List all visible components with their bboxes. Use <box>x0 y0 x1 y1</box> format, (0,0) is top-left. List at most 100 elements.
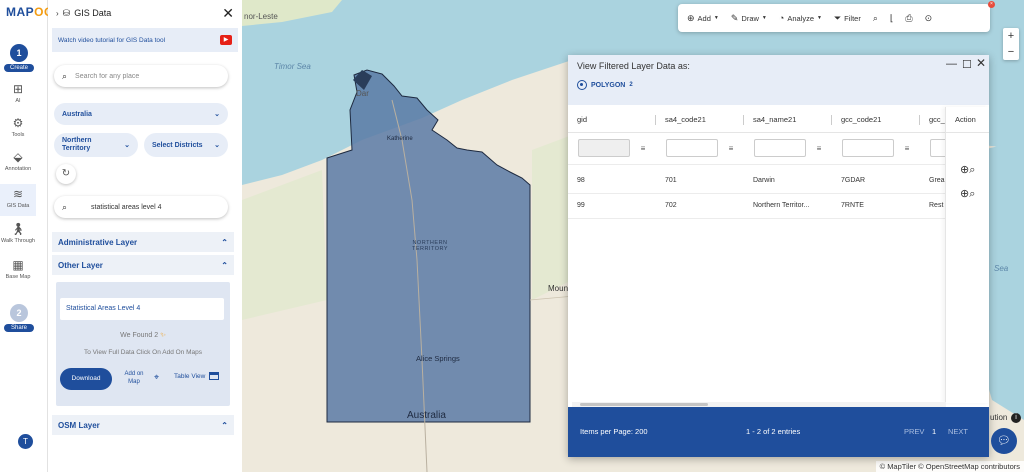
row-divider <box>568 164 989 165</box>
locate-button[interactable]: ⊙ <box>920 7 938 29</box>
refresh-button[interactable]: ↻ <box>56 164 76 184</box>
column-header-gcc-code21[interactable]: gcc_code21 <box>832 107 920 133</box>
filter-button[interactable]: ⏷ Filter <box>829 7 866 29</box>
tutorial-banner[interactable]: Watch video tutorial for GIS Data tool ▶ <box>52 28 238 52</box>
sparkle-icon: ✨︎ <box>160 332 166 339</box>
map-pin-icon[interactable]: ⌖ <box>154 372 159 383</box>
section-other-layer[interactable]: Other Layer ⌃ <box>52 255 234 275</box>
column-header-gid[interactable]: gid <box>568 107 656 133</box>
analyze-label: Analyze <box>787 13 814 23</box>
section-administrative-layer[interactable]: Administrative Layer ⌃ <box>52 232 234 252</box>
filter-lines-icon[interactable]: ≡ <box>900 144 914 153</box>
analyze-button[interactable]: ◔ Analyze ▼ <box>774 7 827 29</box>
filter-lines-icon[interactable]: ≡ <box>636 144 650 153</box>
chevron-down-icon: ⌄ <box>124 142 130 149</box>
rail-item-gis-data[interactable]: ≋ GIS Data <box>0 184 36 216</box>
column-header-sa4-name21[interactable]: sa4_name21 <box>744 107 832 133</box>
add-on-map-button[interactable]: Add on Map <box>120 370 148 386</box>
zoom-to-feature-icon[interactable]: ⊕︎⌕ <box>960 163 975 177</box>
items-per-page[interactable]: Items per Page: 200 <box>580 427 648 436</box>
geometry-option-polygon[interactable]: POLYGON 2 <box>577 80 633 90</box>
step-create[interactable]: 1 Create <box>4 44 34 72</box>
dialog-title: View Filtered Layer Data as: <box>577 61 690 71</box>
cell-gid: 99 <box>577 202 585 209</box>
youtube-icon[interactable]: ▶ <box>220 35 232 45</box>
rail-item-annotation[interactable]: ⬙ Annotation <box>0 150 36 172</box>
district-select[interactable]: Select Districts ⌄ <box>144 133 228 157</box>
current-page[interactable]: 1 <box>932 427 936 436</box>
scrollbar-thumb[interactable] <box>580 403 708 406</box>
rail-item-base-map[interactable]: ▦ Base Map <box>0 258 36 280</box>
maximize-button[interactable]: ☐ <box>962 58 972 71</box>
left-rail: MAPOG 1 Create ⊞ AI ⚙ Tools ⬙ Annotation ≋ G… <box>0 0 53 472</box>
minimize-button[interactable]: — <box>946 58 957 70</box>
filter-gcc-code21: ≡ <box>842 135 914 161</box>
map-label-katherine: Katherine <box>387 136 413 142</box>
download-button[interactable]: Download <box>60 368 112 390</box>
caret-down-icon: ▼ <box>761 15 767 21</box>
search-tool-button[interactable]: ⌕ <box>868 7 883 29</box>
filter-input-gid[interactable] <box>578 139 630 157</box>
rail-item-ai[interactable]: ⊞ AI <box>0 82 36 104</box>
rail-item-annotation-label: Annotation <box>4 166 32 172</box>
user-avatar[interactable]: T <box>18 434 33 449</box>
step-share[interactable]: 2 Share <box>4 304 34 332</box>
filter-lines-icon[interactable]: ≡ <box>724 144 738 153</box>
map-label-timor-sea: Timor Sea <box>274 62 311 71</box>
measure-button[interactable]: ⌊ <box>885 7 899 29</box>
state-select[interactable]: Northern Territory ⌄ <box>54 133 138 157</box>
gis-data-panel: › ⛁ GIS Data ✕ Watch video tutorial for … <box>48 0 242 472</box>
info-icon[interactable]: i <box>1011 413 1021 423</box>
close-dialog-button[interactable]: ✕ <box>976 56 986 70</box>
caret-down-icon: ▼ <box>713 15 719 21</box>
cell-gid: 98 <box>577 177 585 184</box>
prev-page-button[interactable]: PREV <box>904 427 924 436</box>
rail-item-walk-through[interactable]: 🚶︎ Walk Through <box>0 222 36 244</box>
mapog-logo[interactable]: MAPOG <box>6 5 54 19</box>
filter-sa4-code21: ≡ <box>666 135 738 161</box>
column-header-sa4-code21[interactable]: sa4_code21 <box>656 107 744 133</box>
filter-input-sa4-code21[interactable] <box>666 139 718 157</box>
ai-icon: ⊞ <box>12 82 24 96</box>
layer-name[interactable]: Statistical Areas Level 4 <box>60 298 224 320</box>
close-panel-button[interactable]: ✕ <box>222 5 234 22</box>
add-button[interactable]: ⊕ Add ▼ <box>682 7 724 29</box>
zoom-in-button[interactable]: + <box>1003 28 1019 44</box>
chevron-right-icon[interactable]: › <box>56 9 59 18</box>
tutorial-text: Watch video tutorial for GIS Data tool <box>58 36 166 44</box>
dataset-search[interactable]: ⌕ statistical areas level 4 <box>54 196 228 218</box>
filter-input-gcc-code21[interactable] <box>842 139 894 157</box>
panel-header: › ⛁ GIS Data ✕ <box>48 0 242 26</box>
draw-button[interactable]: ✎ Draw ▼ <box>726 7 772 29</box>
rail-item-base-map-label: Base Map <box>5 274 31 280</box>
filter-gid: ≡ <box>578 135 650 161</box>
zoom-out-button[interactable]: − <box>1003 44 1019 60</box>
zoom-to-feature-icon[interactable]: ⊕︎⌕ <box>960 187 975 201</box>
gear-icon: ⚙ <box>12 116 24 130</box>
table-view-button[interactable]: Table View <box>174 372 220 380</box>
layers-icon: ▦ <box>12 258 24 272</box>
step-share-number: 2 <box>10 304 28 322</box>
map-attribution-fragment: ution <box>990 413 1008 422</box>
rail-item-ai-label: AI <box>15 98 21 104</box>
rail-item-tools[interactable]: ⚙ Tools <box>0 116 36 138</box>
section-osm-layer[interactable]: OSM Layer ⌃ <box>52 415 234 435</box>
next-page-button[interactable]: NEXT <box>948 427 968 436</box>
chat-button[interactable]: 💬︎ <box>991 428 1017 454</box>
place-search-input[interactable] <box>75 72 206 80</box>
place-search[interactable]: ⌕ <box>54 65 228 87</box>
country-select[interactable]: Australia ⌄ <box>54 103 228 125</box>
search-icon: ⌕ <box>62 201 68 212</box>
filter-lines-icon[interactable]: ≡ <box>812 144 826 153</box>
print-button[interactable]: ⎙ <box>900 7 917 29</box>
country-value: Australia <box>62 110 92 118</box>
caret-down-icon: ▼ <box>817 15 822 21</box>
filter-input-sa4-name21[interactable] <box>754 139 806 157</box>
search-icon: ⌕ <box>872 12 878 23</box>
database-icon: ⛁ <box>62 7 71 18</box>
paint-bucket-icon: ⬙ <box>13 150 23 164</box>
rail-item-gis-data-label: GIS Data <box>6 203 30 209</box>
chevron-up-icon: ⌃ <box>221 420 228 430</box>
radio-selected-icon <box>577 80 587 90</box>
chevron-down-icon: ⌄ <box>214 142 220 149</box>
